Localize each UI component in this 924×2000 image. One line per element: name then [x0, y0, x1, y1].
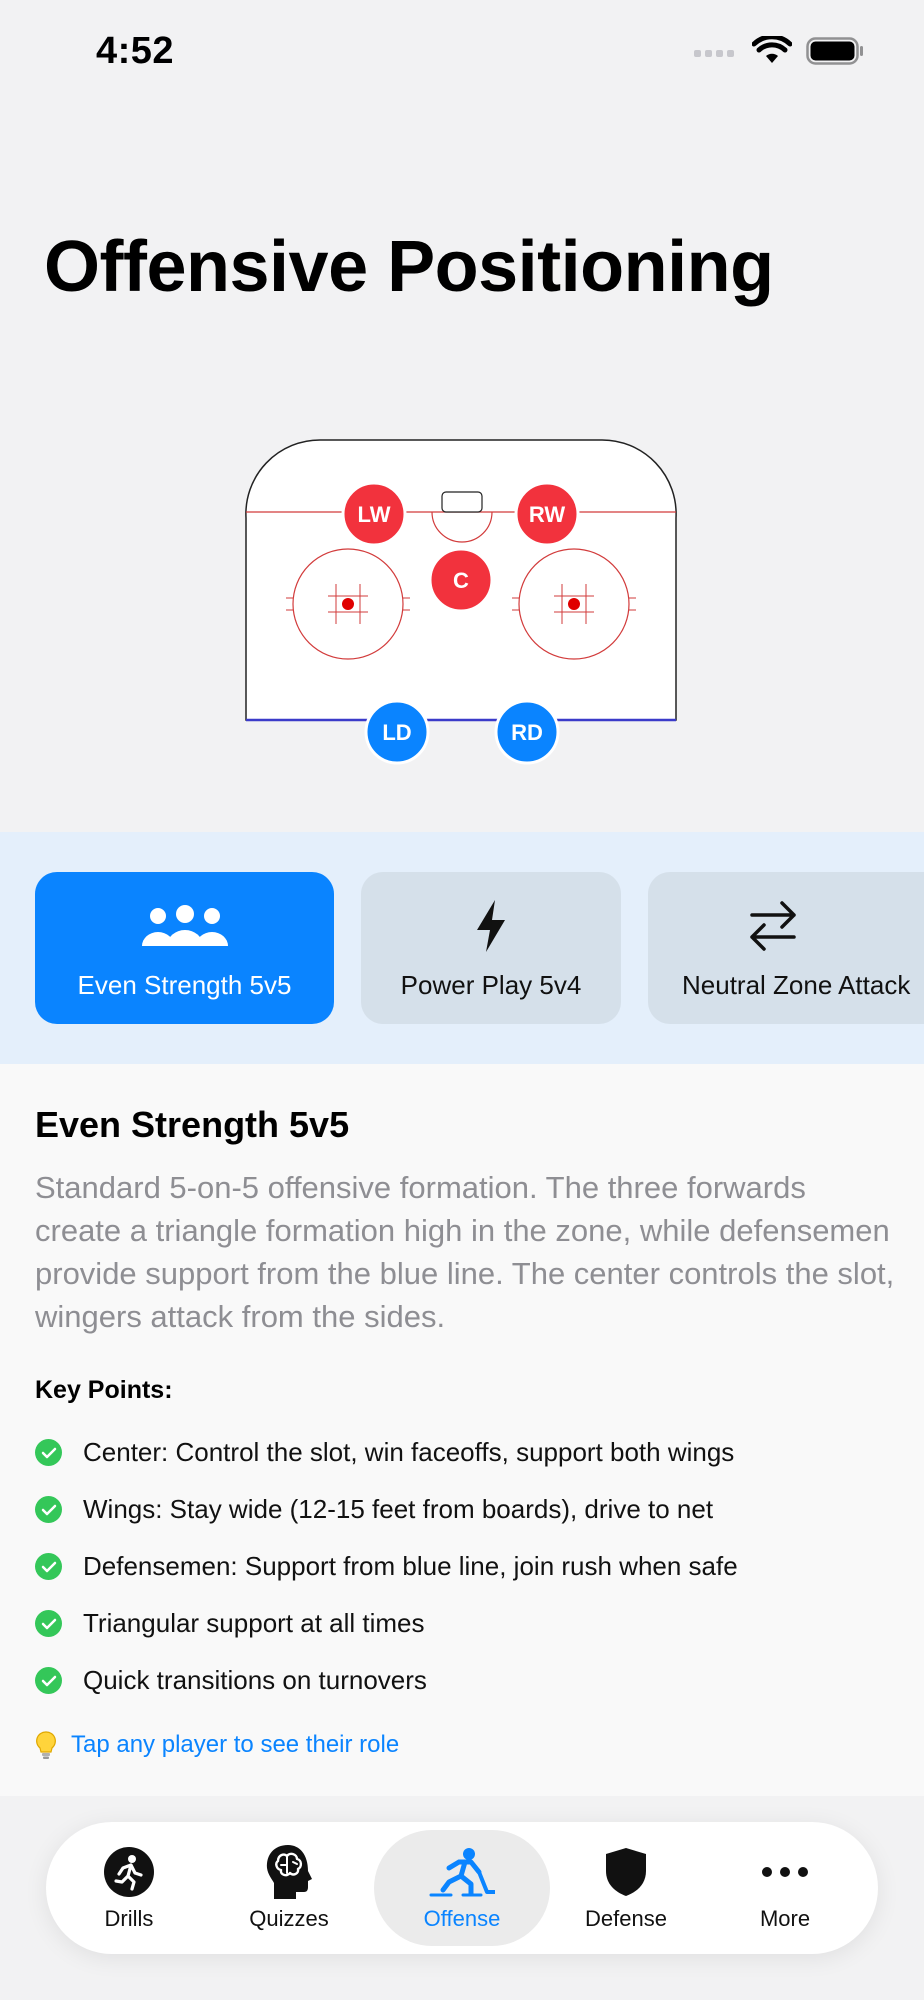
checkmark-icon — [35, 1610, 62, 1637]
player-rw[interactable]: RW — [514, 481, 580, 547]
player-c-label: C — [453, 568, 469, 593]
tab-more[interactable]: More — [702, 1822, 868, 1954]
hockey-player-icon — [429, 1844, 495, 1900]
tab-defense[interactable]: Defense — [543, 1822, 709, 1954]
people-group-icon — [140, 896, 230, 956]
key-point-item: Center: Control the slot, win faceoffs, … — [35, 1424, 738, 1481]
player-c[interactable]: C — [428, 547, 494, 613]
brain-head-icon — [264, 1844, 314, 1900]
key-point-text: Center: Control the slot, win faceoffs, … — [83, 1437, 735, 1467]
arrows-left-right-icon — [682, 896, 864, 956]
player-rd[interactable]: RD — [494, 699, 560, 765]
key-point-text: Quick transitions on turnovers — [83, 1665, 427, 1695]
tab-bar: Drills Quizzes Offense Defense More — [46, 1822, 878, 1954]
key-point-item: Quick transitions on turnovers — [35, 1652, 738, 1709]
checkmark-icon — [35, 1667, 62, 1694]
cellular-signal-icon — [694, 44, 738, 63]
tip-hint: Tap any player to see their role — [35, 1730, 399, 1760]
scenario-even-strength[interactable]: Even Strength 5v5 — [35, 872, 334, 1024]
battery-icon — [806, 37, 864, 70]
player-rw-label: RW — [529, 502, 565, 527]
status-icons — [694, 34, 864, 71]
key-point-text: Wings: Stay wide (12-15 feet from boards… — [83, 1494, 714, 1524]
player-lw[interactable]: LW — [341, 481, 407, 547]
ellipsis-icon — [761, 1844, 809, 1900]
tab-label: Quizzes — [249, 1906, 329, 1931]
player-rd-label: RD — [511, 720, 543, 745]
player-lw-label: LW — [358, 502, 391, 527]
wifi-icon — [751, 34, 793, 71]
key-point-item: Triangular support at all times — [35, 1595, 738, 1652]
running-figure-icon — [103, 1844, 155, 1900]
status-bar: 4:52 — [0, 0, 924, 110]
player-ld-label: LD — [382, 720, 411, 745]
checkmark-icon — [35, 1496, 62, 1523]
status-time: 4:52 — [96, 30, 175, 72]
tab-label: Drills — [104, 1906, 154, 1931]
key-points-list: Center: Control the slot, win faceoffs, … — [35, 1424, 738, 1709]
rink-diagram: LW RW C LD RD — [244, 438, 680, 768]
tab-label: More — [759, 1906, 811, 1931]
page-title: Offensive Positioning — [44, 227, 774, 307]
key-point-item: Wings: Stay wide (12-15 feet from boards… — [35, 1481, 738, 1538]
key-point-text: Defensemen: Support from blue line, join… — [83, 1551, 738, 1581]
tab-quizzes[interactable]: Quizzes — [206, 1822, 372, 1954]
checkmark-icon — [35, 1553, 62, 1580]
key-point-text: Triangular support at all times — [83, 1608, 425, 1638]
goal-net — [441, 491, 483, 513]
scenario-label: Even Strength 5v5 — [77, 969, 292, 1000]
tab-offense[interactable]: Offense — [379, 1822, 545, 1954]
scenario-details: Even Strength 5v5 Standard 5-on-5 offens… — [0, 1064, 924, 1796]
scenario-power-play[interactable]: Power Play 5v4 — [361, 872, 621, 1024]
scenario-label: Power Play 5v4 — [400, 969, 582, 1000]
lightning-bolt-icon — [473, 896, 509, 956]
scenario-neutral-zone[interactable]: Neutral Zone Attack — [648, 872, 924, 1024]
details-description: Standard 5-on-5 offensive formation. The… — [35, 1170, 895, 1334]
details-title: Even Strength 5v5 — [35, 1104, 350, 1145]
scenario-selector[interactable]: Even Strength 5v5 Power Play 5v4 Neutral… — [0, 832, 924, 1064]
key-points-title: Key Points: — [35, 1376, 173, 1404]
tab-label: Offense — [423, 1906, 501, 1931]
shield-icon — [605, 1844, 647, 1900]
checkmark-icon — [35, 1439, 62, 1466]
player-ld[interactable]: LD — [364, 699, 430, 765]
rink-svg: LW RW C LD RD — [245, 439, 677, 765]
lightbulb-icon — [35, 1730, 57, 1760]
scenario-label: Neutral Zone Attack — [682, 969, 911, 1000]
key-point-item: Defensemen: Support from blue line, join… — [35, 1538, 738, 1595]
tab-drills[interactable]: Drills — [46, 1822, 212, 1954]
tip-text: Tap any player to see their role — [71, 1731, 400, 1758]
tab-label: Defense — [585, 1906, 667, 1931]
